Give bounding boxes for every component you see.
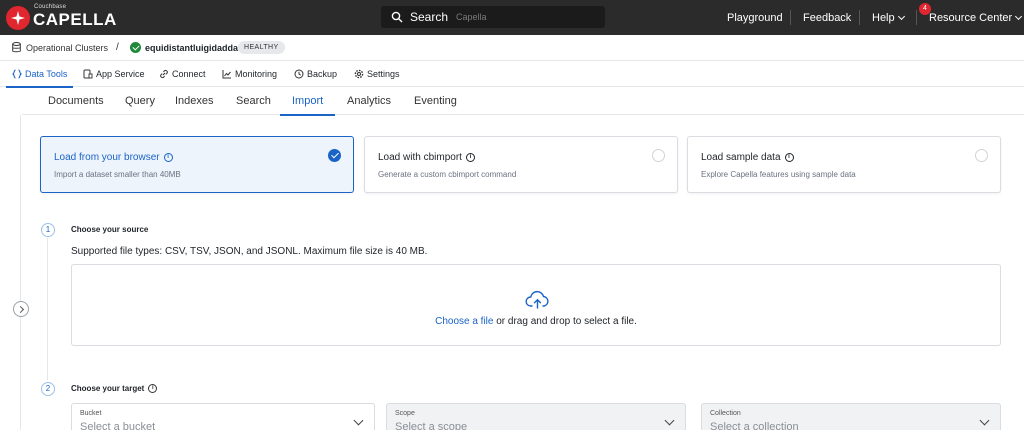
- left-rail: [20, 115, 21, 430]
- breadcrumb-separator: /: [116, 42, 119, 53]
- file-drop-zone[interactable]: Choose a file or drag and drop to select…: [71, 264, 1001, 346]
- braces-icon: [12, 69, 22, 79]
- option-load-with-cbimport[interactable]: Load with cbimport i Generate a custom cb…: [364, 136, 678, 193]
- subtab-import[interactable]: Import: [279, 95, 336, 116]
- capella-logo-icon[interactable]: [6, 6, 30, 30]
- tab-label: Data Tools: [25, 69, 68, 79]
- choose-file-link[interactable]: Choose a file: [435, 316, 493, 327]
- select-placeholder: Select a scope: [395, 421, 468, 430]
- status-badge: HEALTHY: [238, 41, 285, 54]
- subtab-query[interactable]: Query: [125, 95, 155, 107]
- subtab-documents[interactable]: Documents: [48, 95, 104, 107]
- tab-label: Connect: [172, 69, 206, 79]
- option-description: Import a dataset smaller than 40MB: [54, 170, 181, 179]
- gear-icon: [354, 69, 364, 79]
- option-title-text: Load from your browser: [54, 152, 160, 163]
- subtab-indexes[interactable]: Indexes: [175, 95, 214, 107]
- tab-connect[interactable]: Connect: [159, 61, 206, 87]
- nav-help[interactable]: Help: [872, 0, 905, 35]
- supported-file-types: Supported file types: CSV, TSV, JSON, an…: [71, 246, 428, 257]
- info-icon[interactable]: i: [163, 153, 173, 162]
- tab-label: App Service: [96, 69, 145, 79]
- search-icon: [391, 11, 403, 23]
- global-search[interactable]: Search Capella: [381, 6, 605, 28]
- select-label: Collection: [710, 410, 741, 417]
- option-radio[interactable]: [652, 149, 665, 162]
- chart-icon: [222, 70, 231, 79]
- option-load-from-browser[interactable]: Load from your browser i Import a dataset…: [40, 136, 354, 193]
- chevron-down-icon: [353, 415, 364, 426]
- step-number-2: 2: [41, 382, 55, 396]
- drop-zone-text: Choose a file or drag and drop to select…: [72, 316, 1000, 327]
- chevron-down-icon: [664, 415, 675, 426]
- drop-zone-hint: or drag and drop to select a file.: [493, 316, 637, 327]
- option-selected-check-icon[interactable]: [328, 149, 341, 162]
- select-label: Bucket: [80, 410, 102, 417]
- brand-name[interactable]: CAPELLA: [33, 10, 117, 30]
- tab-settings[interactable]: Settings: [354, 61, 400, 87]
- tab-label: Settings: [367, 69, 400, 79]
- tab-label: Monitoring: [235, 69, 278, 79]
- option-title-text: Load sample data: [701, 152, 781, 163]
- option-description: Explore Capella features using sample da…: [701, 170, 856, 179]
- bucket-select[interactable]: Bucket Select a bucket: [71, 403, 375, 430]
- chevron-down-icon: [897, 12, 905, 20]
- cloud-upload-icon: [525, 290, 549, 309]
- nav-feedback[interactable]: Feedback: [803, 0, 851, 35]
- search-label: Search: [410, 10, 449, 24]
- chevron-down-icon: [979, 415, 990, 426]
- tab-data-tools[interactable]: Data Tools: [5, 61, 74, 88]
- subtab-analytics[interactable]: Analytics: [347, 95, 391, 107]
- tab-label: Backup: [307, 69, 338, 79]
- cluster-name[interactable]: equidistantluigidadda: [145, 43, 238, 53]
- nav-divider: [790, 10, 791, 25]
- chevron-down-icon: [1015, 12, 1023, 20]
- clock-icon: [294, 69, 304, 79]
- collection-select[interactable]: Collection Select a collection: [701, 403, 1001, 430]
- main-tabs: Data Tools App Service Connect Monitorin…: [0, 61, 1024, 88]
- info-icon[interactable]: i: [148, 384, 158, 393]
- link-icon: [160, 69, 168, 79]
- nav-playground[interactable]: Playground: [727, 0, 783, 35]
- notification-badge[interactable]: 4: [919, 3, 931, 15]
- resource-center-label: Resource Center: [929, 11, 1013, 24]
- option-title-text: Load with cbimport: [378, 152, 462, 163]
- info-icon[interactable]: i: [784, 153, 794, 162]
- tab-app-service[interactable]: App Service: [83, 61, 145, 87]
- nav-help-label: Help: [872, 11, 895, 24]
- search-placeholder: Capella: [456, 12, 487, 22]
- step-number-1: 1: [41, 223, 55, 237]
- option-title: Load sample data i: [701, 152, 794, 163]
- database-icon: [12, 42, 21, 53]
- option-load-sample-data[interactable]: Load sample data i Explore Capella featur…: [687, 136, 1001, 193]
- subtab-search[interactable]: Search: [236, 95, 271, 107]
- option-title: Load with cbimport i: [378, 152, 475, 163]
- nav-resource-center[interactable]: Resource Center: [929, 0, 1023, 35]
- breadcrumb: Operational Clusters / equidistantluigid…: [0, 35, 1024, 61]
- select-placeholder: Select a collection: [710, 421, 799, 430]
- expand-sidebar-button[interactable]: [13, 301, 29, 317]
- step-title-source: Choose your source: [71, 225, 149, 234]
- select-label: Scope: [395, 410, 415, 417]
- step-title-text: Choose your target: [71, 384, 145, 393]
- subtab-eventing[interactable]: Eventing: [414, 95, 457, 107]
- scope-select[interactable]: Scope Select a scope: [386, 403, 686, 430]
- tab-monitoring[interactable]: Monitoring: [222, 61, 277, 87]
- nav-divider: [859, 10, 860, 25]
- info-icon[interactable]: i: [465, 153, 475, 162]
- tab-backup[interactable]: Backup: [294, 61, 337, 87]
- app-service-icon: [83, 69, 93, 79]
- option-description: Generate a custom cbimport command: [378, 170, 517, 179]
- breadcrumb-operational-clusters[interactable]: Operational Clusters: [26, 43, 108, 53]
- option-title: Load from your browser i: [54, 152, 173, 163]
- option-radio[interactable]: [975, 149, 988, 162]
- step-connector: [47, 238, 48, 380]
- sub-tabs: Documents Query Indexes Search Import An…: [22, 87, 1024, 116]
- select-placeholder: Select a bucket: [80, 421, 156, 430]
- nav-divider: [916, 10, 917, 25]
- healthy-check-icon: [130, 42, 141, 53]
- top-bar: Couchbase CAPELLA Search Capella Playgro…: [0, 0, 1024, 35]
- step-title-target: Choose your target i: [71, 384, 158, 393]
